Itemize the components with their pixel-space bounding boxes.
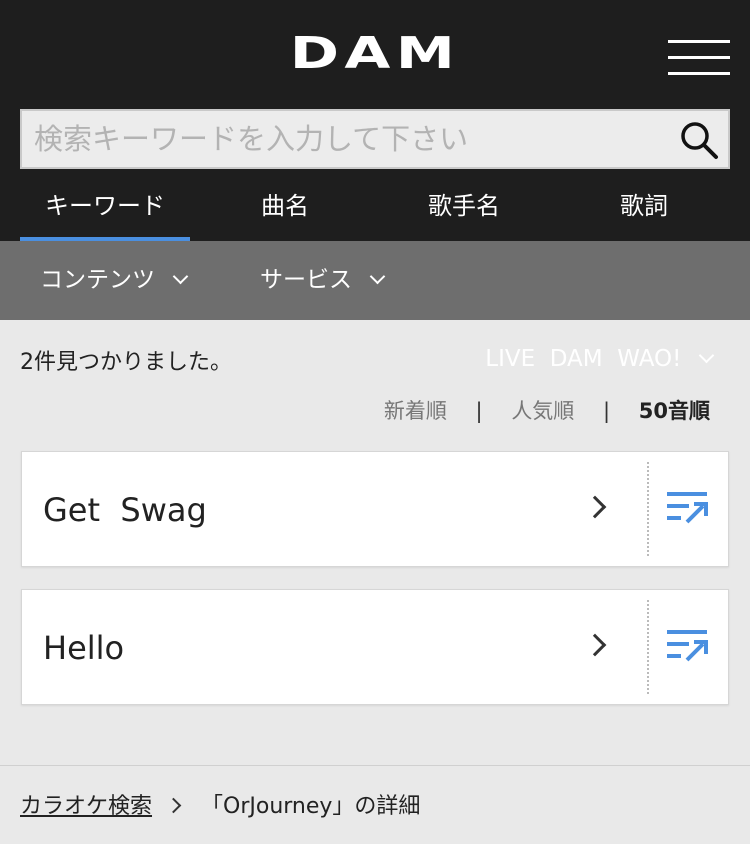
search-input[interactable] bbox=[22, 111, 662, 167]
sort-separator: | bbox=[475, 399, 483, 423]
search-box bbox=[20, 109, 730, 169]
tab-lyrics[interactable]: 歌詞 bbox=[578, 180, 710, 241]
song-result-card[interactable]: Hello bbox=[21, 589, 729, 705]
chevron-down-icon bbox=[369, 268, 386, 285]
divider bbox=[647, 600, 649, 694]
sort-separator: | bbox=[603, 399, 611, 423]
add-to-playlist-icon[interactable] bbox=[667, 628, 709, 664]
tab-keyword-label: キーワード bbox=[45, 192, 165, 220]
chevron-down-icon bbox=[172, 268, 189, 285]
subnav-services[interactable]: サービス bbox=[260, 241, 386, 320]
chevron-right-icon bbox=[583, 633, 607, 657]
sort-alphabetical[interactable]: 50音順 bbox=[639, 395, 710, 425]
header: DAM キーワード 曲名 歌手名 歌詞 bbox=[0, 0, 750, 241]
subnav-contents[interactable]: コンテンツ bbox=[40, 241, 189, 320]
tab-lyrics-label: 歌詞 bbox=[620, 192, 668, 220]
breadcrumb-current: 「OrJourney」の詳細 bbox=[201, 794, 421, 819]
add-to-playlist-icon[interactable] bbox=[667, 490, 709, 526]
subnav-live-dam-wao-label: LIVE DAM WAO! bbox=[485, 346, 682, 372]
song-title: Get Swag bbox=[43, 491, 207, 529]
subnav-live-dam-wao[interactable]: LIVE DAM WAO! bbox=[456, 241, 715, 372]
hamburger-menu-icon[interactable] bbox=[668, 40, 730, 76]
breadcrumb-root-link[interactable]: カラオケ検索 bbox=[20, 794, 152, 819]
chevron-right-icon bbox=[165, 797, 182, 814]
subnav-services-label: サービス bbox=[260, 267, 352, 293]
tab-artist-name[interactable]: 歌手名 bbox=[398, 180, 530, 241]
breadcrumb: カラオケ検索 「OrJourney」の詳細 bbox=[20, 788, 420, 820]
song-title: Hello bbox=[43, 629, 125, 667]
chevron-right-icon bbox=[583, 495, 607, 519]
search-icon[interactable] bbox=[678, 119, 720, 161]
subnav-contents-label: コンテンツ bbox=[40, 267, 155, 293]
divider bbox=[647, 462, 649, 556]
result-count-text: 2件見つかりました。 bbox=[20, 350, 232, 375]
tab-keyword[interactable]: キーワード bbox=[20, 180, 190, 241]
tab-song-name[interactable]: 曲名 bbox=[220, 180, 350, 241]
sort-options: 新着順 | 人気順 | 50音順 bbox=[384, 395, 710, 425]
footer-divider bbox=[0, 765, 750, 766]
song-result-card[interactable]: Get Swag bbox=[21, 451, 729, 567]
chevron-down-icon bbox=[699, 347, 715, 364]
sort-newest[interactable]: 新着順 bbox=[384, 395, 447, 425]
sort-popular[interactable]: 人気順 bbox=[511, 395, 574, 425]
tab-artist-name-label: 歌手名 bbox=[428, 192, 500, 220]
search-type-tabs: キーワード 曲名 歌手名 歌詞 bbox=[0, 180, 750, 241]
tab-song-name-label: 曲名 bbox=[261, 192, 309, 220]
dam-logo[interactable]: DAM bbox=[247, 32, 504, 76]
sub-navigation: コンテンツ サービス LIVE DAM WAO! bbox=[0, 241, 750, 372]
